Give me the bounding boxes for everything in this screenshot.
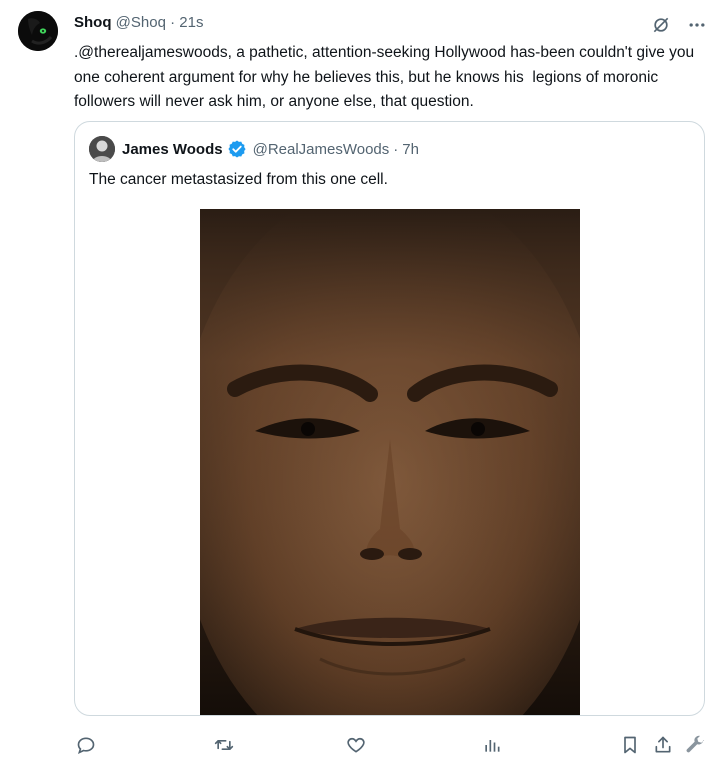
top-actions: [649, 13, 709, 37]
more-icon[interactable]: [685, 13, 709, 37]
share-icon[interactable]: [651, 733, 675, 757]
quoted-author-name: James Woods: [122, 140, 223, 158]
quoted-separator: ·: [393, 140, 399, 158]
verified-badge-icon: [228, 140, 246, 158]
author-handle[interactable]: @Shoq: [116, 14, 166, 31]
action-bar: [0, 730, 723, 760]
tweet-time[interactable]: 21s: [179, 14, 203, 31]
grok-icon[interactable]: [649, 13, 673, 37]
reply-icon[interactable]: [74, 733, 98, 757]
quoted-tweet[interactable]: James Woods @RealJamesWoods · 7h The can…: [74, 121, 705, 716]
quoted-text: The cancer metastasized from this one ce…: [89, 171, 388, 188]
tweet-header: Shoq @Shoq · 21s: [74, 13, 203, 33]
tweet-text: .@therealjameswoods, a pathetic, attenti…: [74, 44, 699, 110]
bookmark-icon[interactable]: [618, 733, 642, 757]
quoted-photo[interactable]: [200, 209, 580, 715]
author-avatar[interactable]: [18, 11, 58, 51]
quoted-time: 7h: [402, 140, 419, 158]
author-name[interactable]: Shoq: [74, 14, 112, 31]
quoted-header: James Woods @RealJamesWoods · 7h: [89, 136, 419, 162]
quoted-avatar: [89, 136, 115, 162]
wrench-icon[interactable]: [683, 733, 707, 757]
retweet-icon[interactable]: [212, 733, 236, 757]
quoted-author-handle: @RealJamesWoods: [252, 140, 390, 158]
header-separator: ·: [170, 14, 176, 31]
views-icon[interactable]: [480, 733, 504, 757]
like-icon[interactable]: [344, 733, 368, 757]
